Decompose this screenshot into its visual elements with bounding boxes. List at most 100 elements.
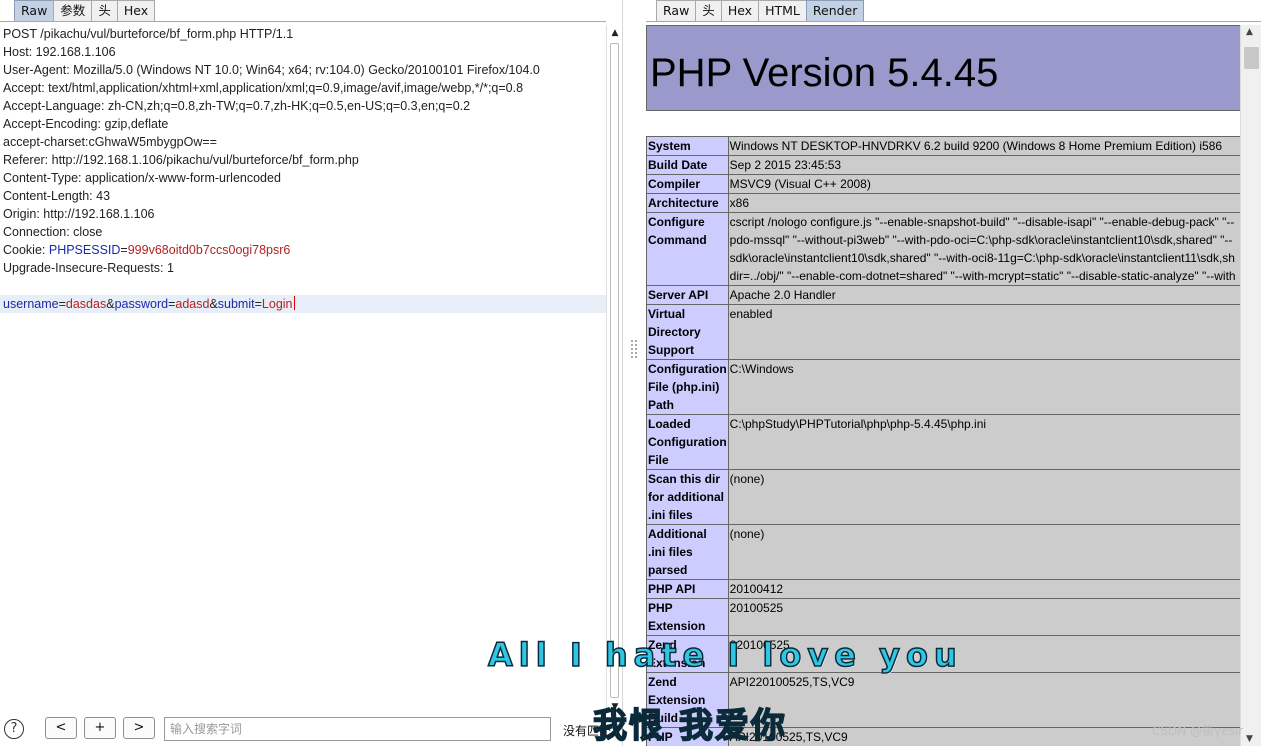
response-pane: Raw 头 Hex HTML Render PHP Version 5.4.45 Sys…	[646, 0, 1261, 746]
param-separator: &	[209, 297, 218, 311]
response-tab[interactable]: Hex	[720, 0, 760, 22]
phpinfo-key: Configuration File (php.ini) Path	[646, 359, 729, 415]
text-caret	[293, 296, 295, 310]
response-tab[interactable]: Render	[805, 0, 865, 22]
next-match-button[interactable]: >	[123, 717, 155, 739]
help-button[interactable]: ?	[4, 719, 24, 739]
scroll-thumb[interactable]	[1244, 47, 1259, 69]
phpinfo-header: PHP Version 5.4.45	[646, 25, 1240, 111]
response-tabbar-divider	[646, 21, 1261, 22]
phpinfo-key: PHP API	[646, 579, 729, 599]
phpinfo-value-line: pdo-mssql" "--without-pi3web" "--with-pd…	[729, 233, 1233, 247]
search-input[interactable]	[164, 717, 551, 741]
phpinfo-key: Configure Command	[646, 212, 729, 286]
pane-splitter[interactable]	[622, 0, 646, 746]
request-tab[interactable]: 参数	[53, 0, 93, 22]
phpinfo-row: Build Date Sep 2 2015 23:45:53	[646, 155, 1240, 175]
phpinfo-row: Server API Apache 2.0 Handler	[646, 285, 1240, 305]
request-header-line: Connection: close	[3, 225, 103, 239]
phpinfo-value: C:\Windows	[727, 359, 1240, 415]
request-tab[interactable]: 头	[91, 0, 118, 22]
request-header-line: Accept-Encoding: gzip,deflate	[3, 117, 169, 131]
request-header-line: POST /pikachu/vul/burteforce/bf_form.php…	[3, 27, 294, 41]
phpinfo-row: Additional .ini files parsed (none)	[646, 524, 1240, 580]
phpinfo-value-line: sdk\oracle\instantclient10\sdk,shared" "…	[729, 251, 1235, 265]
phpinfo-value: C:\phpStudy\PHPTutorial\php\php-5.4.45\p…	[727, 414, 1240, 470]
request-header-line: Referer: http://192.168.1.106/pikachu/vu…	[3, 153, 359, 167]
param-value: dasdas	[65, 297, 107, 311]
cookie-name: PHPSESSID	[48, 243, 121, 257]
cookie-line: Cookie: PHPSESSID=999v68oitd0b7ccs0ogi78…	[0, 241, 606, 259]
request-header-line: Content-Type: application/x-www-form-url…	[3, 171, 281, 185]
response-tab[interactable]: HTML	[758, 0, 807, 22]
phpinfo-value: Sep 2 2015 23:45:53	[727, 155, 1240, 175]
request-tabbar-divider	[0, 21, 606, 22]
phpinfo-row: Loaded Configuration File C:\phpStudy\PHP…	[646, 414, 1240, 470]
scroll-thumb[interactable]	[610, 43, 619, 698]
phpinfo-row: Configuration File (php.ini) Path C:\Wind…	[646, 359, 1240, 415]
video-subtitle-english: All I hate I love you	[487, 635, 963, 675]
phpinfo-value: enabled	[727, 304, 1240, 360]
request-header-line: Origin: http://192.168.1.106	[3, 207, 155, 221]
php-version-title: PHP Version 5.4.45	[650, 51, 999, 95]
request-editor[interactable]: POST /pikachu/vul/burteforce/bf_form.php…	[0, 25, 606, 715]
phpinfo-value: API220100525,TS,VC9	[727, 672, 1240, 728]
phpinfo-row: PHP Extension 20100525	[646, 598, 1240, 636]
phpinfo-value: (none)	[727, 524, 1240, 580]
phpinfo-row: Configure Command cscript /nologo configu…	[646, 212, 1240, 286]
add-search-button[interactable]: +	[84, 717, 116, 739]
splitter-grip-icon[interactable]	[631, 340, 637, 358]
cookie-value: 999v68oitd0b7ccs0ogi78psr6	[127, 243, 291, 257]
search-toolbar: ? < + > 没有匹配	[0, 712, 622, 746]
request-header-line: Accept-Language: zh-CN,zh;q=0.8,zh-TW;q=…	[3, 99, 471, 113]
phpinfo-key: Compiler	[646, 174, 729, 194]
phpinfo-row: PHP API 20100412	[646, 579, 1240, 599]
phpinfo-value: x86	[727, 193, 1240, 213]
phpinfo-value-line: cscript /nologo configure.js "--enable-s…	[729, 215, 1235, 229]
video-subtitle-chinese: 我恨 我爱你	[592, 705, 787, 746]
request-header-line: accept-charset:cGhwaW5mbygpOw==	[3, 135, 217, 149]
request-tab[interactable]: Hex	[116, 0, 156, 22]
phpinfo-value-line: dir=../obj/" "--enable-com-dotnet=shared…	[729, 269, 1236, 283]
response-tabbar: Raw 头 Hex HTML Render	[656, 0, 865, 22]
phpinfo-key: Build Date	[646, 155, 729, 175]
param-name: submit	[217, 297, 255, 311]
phpinfo-value: MSVC9 (Visual C++ 2008)	[727, 174, 1240, 194]
param-eq: =	[58, 297, 66, 311]
phpinfo-value: (none)	[727, 469, 1240, 525]
response-tab[interactable]: Raw	[656, 0, 697, 22]
scroll-up-arrow-icon[interactable]: ▲	[609, 27, 621, 39]
previous-match-button[interactable]: <	[45, 717, 77, 739]
scroll-down-arrow-icon[interactable]: ▼	[1246, 734, 1253, 744]
phpinfo-key: Scan this dir for additional .ini files	[646, 469, 729, 525]
phpinfo-key: PHP Extension	[646, 598, 729, 636]
param-name: password	[114, 297, 169, 311]
request-header-line: User-Agent: Mozilla/5.0 (Windows NT 10.0…	[3, 63, 540, 77]
request-scrollbar[interactable]: ▲ ▼	[606, 25, 622, 715]
phpinfo-row: Architecture x86	[646, 193, 1240, 213]
phpinfo-row: Scan this dir for additional .ini files(…	[646, 469, 1240, 525]
scroll-up-arrow-icon[interactable]: ▲	[1246, 27, 1253, 37]
request-body-line[interactable]: username=dasdas&password=adasd&submit=Lo…	[0, 295, 606, 313]
phpinfo-value: Apache 2.0 Handler	[727, 285, 1240, 305]
param-name: username	[3, 297, 59, 311]
phpinfo-key: Server API	[646, 285, 729, 305]
phpinfo-row: System Windows NT DESKTOP-HNVDRKV 6.2 bui…	[646, 136, 1240, 156]
render-scrollbar[interactable]: ▲ ▼	[1240, 25, 1261, 746]
response-tab[interactable]: 头	[695, 0, 722, 22]
phpinfo-key: Architecture	[646, 193, 729, 213]
phpinfo-row: Virtual Directory Support enabled	[646, 304, 1240, 360]
request-header-lines: POST /pikachu/vul/burteforce/bf_form.php…	[0, 25, 606, 241]
upgrade-insecure-line: Upgrade-Insecure-Requests: 1	[3, 261, 174, 275]
phpinfo-row: Compiler MSVC9 (Visual C++ 2008)	[646, 174, 1240, 194]
cookie-label: Cookie:	[3, 243, 49, 257]
phpinfo-key: Virtual Directory Support	[646, 304, 729, 360]
request-header-line: Accept: text/html,application/xhtml+xml,…	[3, 81, 524, 95]
param-separator: &	[106, 297, 115, 311]
param-value: Login	[261, 297, 293, 311]
request-pane: Raw 参数头 Hex POST /pikachu/vul/burteforce/b…	[0, 0, 622, 746]
request-tab[interactable]: Raw	[14, 0, 55, 22]
csdn-watermark: CSDN @筱yesir	[1152, 724, 1244, 738]
param-value: adasd	[175, 297, 210, 311]
